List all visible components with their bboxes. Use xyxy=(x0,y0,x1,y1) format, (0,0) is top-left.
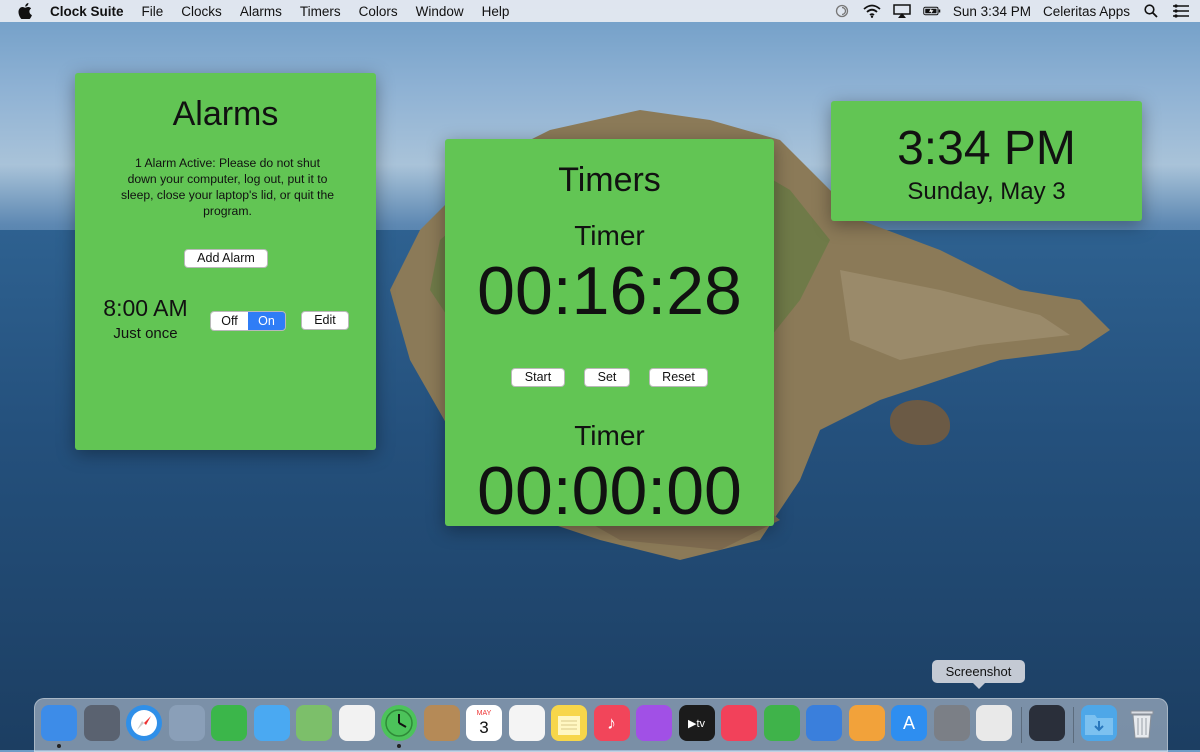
timer-2-label: Timer xyxy=(574,420,645,451)
downloads-folder-icon[interactable] xyxy=(1081,705,1117,741)
add-alarm-button[interactable]: Add Alarm xyxy=(184,249,268,268)
clock-window: 3:34 PM Sunday, May 3 xyxy=(831,101,1142,221)
running-indicator xyxy=(57,744,61,748)
alarm-repeat: Just once xyxy=(113,325,178,342)
timer-1-value: 00:16:28 xyxy=(477,253,742,329)
system-preferences-icon[interactable] xyxy=(933,705,970,741)
launchpad-icon[interactable] xyxy=(83,705,120,741)
app-store-icon[interactable]: A xyxy=(891,705,927,741)
timers-title: Timers xyxy=(558,161,661,199)
pages-icon[interactable] xyxy=(848,705,885,741)
trash-icon[interactable] xyxy=(1124,705,1160,741)
battery-icon[interactable] xyxy=(923,4,941,18)
safari-icon[interactable] xyxy=(126,705,162,741)
finder-icon[interactable] xyxy=(41,705,77,741)
reminders-icon[interactable] xyxy=(508,705,545,741)
facetime-icon[interactable] xyxy=(211,705,247,741)
search-icon[interactable] xyxy=(1142,4,1160,18)
timer-1-label: Timer xyxy=(574,220,645,251)
quicktime-icon[interactable] xyxy=(1028,705,1065,741)
keynote-icon[interactable] xyxy=(806,705,842,741)
menu-bar: Clock Suite File Clocks Alarms Timers Co… xyxy=(0,0,1200,22)
timer-set-button[interactable]: Set xyxy=(584,368,630,387)
menu-app-name[interactable]: Clock Suite xyxy=(50,4,133,19)
mail-icon[interactable] xyxy=(168,705,205,741)
menu-window[interactable]: Window xyxy=(407,4,473,19)
control-center-icon[interactable] xyxy=(1172,4,1190,18)
calendar-month: MAY xyxy=(476,710,492,717)
messages-icon[interactable] xyxy=(253,705,290,741)
calendar-icon[interactable]: MAY 3 xyxy=(466,705,502,741)
alarm-toggle[interactable]: Off On xyxy=(210,311,286,331)
menu-clocks[interactable]: Clocks xyxy=(172,4,231,19)
wifi-icon[interactable] xyxy=(863,4,881,18)
timer-reset-button[interactable]: Reset xyxy=(649,368,708,387)
clock-icon[interactable] xyxy=(381,705,417,741)
contacts-icon[interactable] xyxy=(423,705,460,741)
menu-timers[interactable]: Timers xyxy=(291,4,350,19)
menu-help[interactable]: Help xyxy=(473,4,519,19)
dock-separator xyxy=(1073,707,1074,743)
menu-alarms[interactable]: Alarms xyxy=(231,4,291,19)
focus-icon[interactable] xyxy=(833,4,851,18)
numbers-icon[interactable] xyxy=(763,705,800,741)
menu-clock[interactable]: Sun 3:34 PM xyxy=(953,4,1031,19)
alarm-toggle-off[interactable]: Off xyxy=(211,312,248,330)
photos-icon[interactable] xyxy=(338,705,375,741)
news-icon[interactable] xyxy=(721,705,757,741)
podcasts-icon[interactable] xyxy=(636,705,672,741)
dock: MAY 3 ♪ ▶tv A xyxy=(34,698,1168,752)
alarm-active-note: 1 Alarm Active: Please do not shut down … xyxy=(120,156,335,218)
menu-user[interactable]: Celeritas Apps xyxy=(1043,4,1130,19)
clock-time: 3:34 PM xyxy=(897,122,1076,175)
menu-file[interactable]: File xyxy=(133,4,173,19)
music-icon[interactable]: ♪ xyxy=(593,705,630,741)
tv-icon[interactable]: ▶tv xyxy=(678,705,715,741)
screenshot-icon[interactable] xyxy=(976,705,1012,741)
notes-icon[interactable] xyxy=(551,705,587,741)
alarm-time: 8:00 AM xyxy=(103,295,188,321)
edit-alarm-button[interactable]: Edit xyxy=(301,311,349,330)
running-indicator xyxy=(397,744,401,748)
menu-colors[interactable]: Colors xyxy=(350,4,407,19)
timers-window: Timers Timer 00:16:28 Start Set Reset Ti… xyxy=(445,139,774,529)
alarms-window: Alarms 1 Alarm Active: Please do not shu… xyxy=(75,73,376,450)
apple-icon[interactable] xyxy=(18,3,34,19)
alarm-toggle-on[interactable]: On xyxy=(248,312,285,330)
clock-date: Sunday, May 3 xyxy=(907,178,1066,205)
timer-start-button[interactable]: Start xyxy=(511,368,565,387)
calendar-day: 3 xyxy=(479,718,489,737)
dock-tooltip: Screenshot xyxy=(932,660,1025,689)
alarms-title: Alarms xyxy=(172,95,279,133)
menu-status-area: Sun 3:34 PM Celeritas Apps xyxy=(833,0,1190,22)
maps-icon[interactable] xyxy=(296,705,332,741)
timer-2-value: 00:00:00 xyxy=(477,453,742,529)
airplay-icon[interactable] xyxy=(893,4,911,18)
dock-separator xyxy=(1020,707,1022,743)
